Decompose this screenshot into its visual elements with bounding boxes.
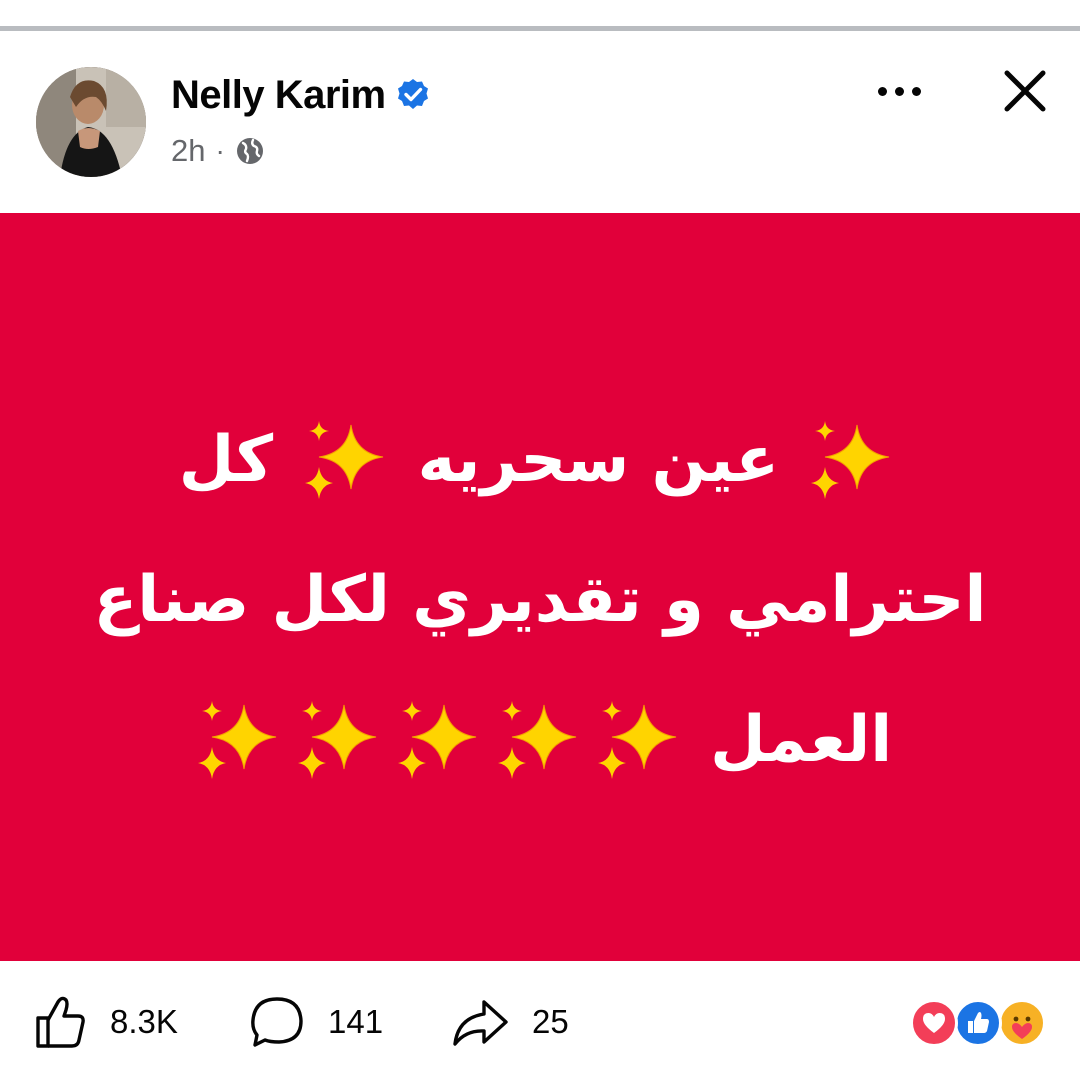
love-reaction-icon — [910, 999, 958, 1047]
author-name[interactable]: Nelly Karim — [171, 73, 386, 118]
share-button[interactable]: 25 — [450, 991, 569, 1053]
more-dot-icon — [894, 86, 904, 96]
more-dot-icon — [877, 86, 887, 96]
like-reaction-icon — [954, 999, 1002, 1047]
sparkles-icon — [592, 697, 684, 789]
post-meta: 2h · — [171, 131, 265, 171]
meta-separator: · — [215, 135, 225, 166]
post-text-line-1: عين سحريه كل — [90, 390, 990, 530]
thumbs-up-icon — [36, 996, 85, 1048]
post-footer: 8.3K 141 25 — [0, 961, 1080, 1079]
post-background-card: عين سحريه كل احترامي و تقديري لكل صناع ا… — [0, 213, 1080, 961]
post-text-line-3: العمل — [90, 670, 990, 810]
sparkles-icon — [299, 417, 391, 509]
sparkles-icon — [492, 697, 584, 789]
globe-icon — [236, 138, 263, 164]
sparkles-icon — [392, 697, 484, 789]
like-button[interactable]: 8.3K — [32, 991, 178, 1053]
more-options-button[interactable] — [864, 71, 934, 111]
verified-badge-icon — [397, 79, 428, 109]
care-reaction-icon — [998, 999, 1046, 1047]
sparkles-icon — [292, 697, 384, 789]
comment-count: 141 — [328, 1003, 384, 1040]
sparkles-icon — [192, 697, 284, 789]
share-count: 25 — [532, 1003, 569, 1040]
close-icon — [1004, 70, 1046, 112]
post-header: Nelly Karim 2h · — [0, 31, 1080, 213]
author-row: Nelly Karim — [171, 70, 430, 120]
like-count: 8.3K — [110, 1003, 178, 1040]
post-text-line: عين سحريه — [417, 423, 780, 497]
sparkles-row — [188, 697, 688, 789]
post-text: عين سحريه كل احترامي و تقديري لكل صناع ا… — [90, 390, 990, 810]
comment-icon — [251, 997, 303, 1047]
post-text-line-2: احترامي و تقديري لكل صناع — [90, 530, 990, 670]
reactions-summary[interactable] — [910, 999, 1050, 1049]
post-text-line: كل — [178, 423, 274, 497]
sparkles-icon — [805, 417, 897, 509]
avatar-image — [36, 67, 146, 177]
post-text-line: العمل — [710, 703, 893, 777]
close-button[interactable] — [993, 59, 1057, 123]
more-dot-icon — [911, 86, 921, 96]
comment-button[interactable]: 141 — [248, 991, 383, 1053]
post-text-line: احترامي و تقديري لكل صناع — [93, 563, 987, 637]
share-arrow-icon — [453, 1000, 508, 1046]
post-timestamp[interactable]: 2h — [171, 133, 205, 169]
author-avatar[interactable] — [36, 67, 146, 177]
